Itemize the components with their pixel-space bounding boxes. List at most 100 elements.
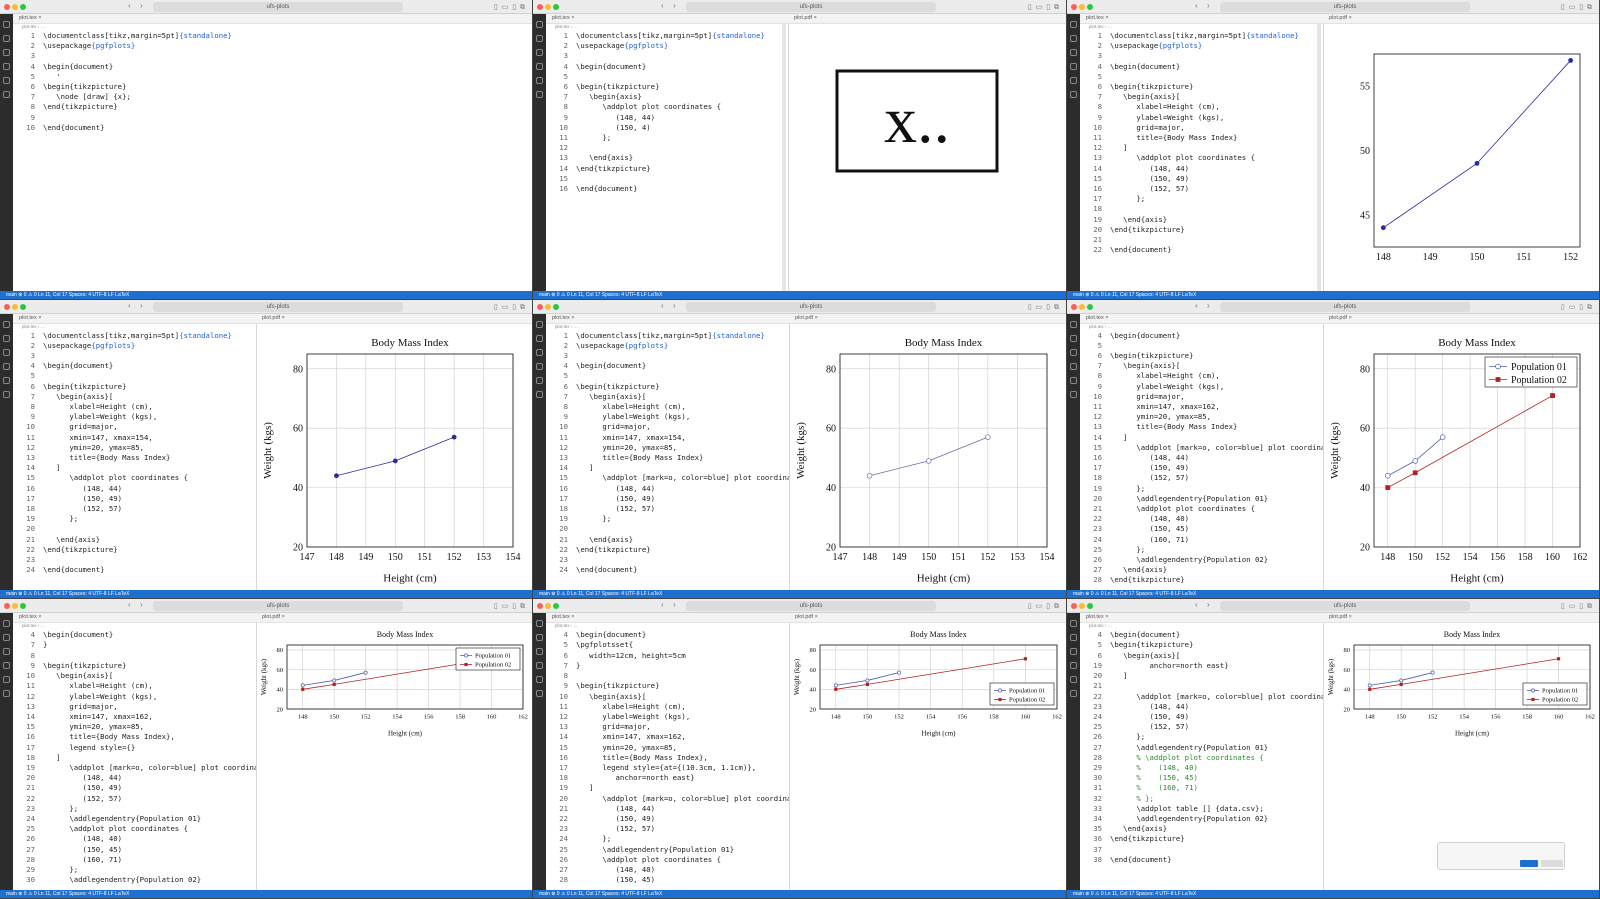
window-close-button[interactable] — [537, 4, 543, 10]
tab-plot-pdf[interactable]: plot.pdf × — [262, 315, 285, 321]
back-arrow-icon[interactable]: ‹ — [128, 1, 131, 10]
window-minimize-button[interactable] — [12, 603, 18, 610]
code-editor[interactable]: 4 \begin{document} 5 \pgfplotsset{6 width=1… — [546, 630, 791, 890]
back-arrow-icon[interactable]: ‹ — [661, 1, 664, 10]
window-minimize-button[interactable] — [12, 303, 18, 310]
extensions-icon[interactable] — [536, 77, 543, 84]
tab-plot-pdf[interactable]: plot.pdf × — [1329, 15, 1352, 21]
tab-plot-tex[interactable]: plot.tex × — [1086, 614, 1108, 620]
tab-plot-pdf[interactable]: plot.pdf × — [795, 614, 818, 620]
code-editor[interactable]: 1 \documentclass[tikz,margin=5pt]{standal… — [13, 31, 518, 291]
tab-plot-tex[interactable]: plot.tex × — [552, 15, 574, 21]
forward-arrow-icon[interactable]: › — [140, 600, 143, 609]
tex-icon[interactable] — [536, 91, 543, 98]
window-minimize-button[interactable] — [1079, 603, 1085, 610]
git-icon[interactable] — [1070, 348, 1077, 356]
tab-plot-tex[interactable]: plot.tex × — [552, 315, 574, 321]
tab-plot-pdf[interactable]: plot.pdf × — [795, 315, 818, 321]
layout-toggle-icons[interactable]: ▯ ▭ ▯ ⧉ — [1028, 3, 1060, 12]
debug-icon[interactable] — [536, 662, 543, 670]
window-minimize-button[interactable] — [12, 4, 18, 10]
search-bar[interactable]: ufs-plots — [1220, 2, 1470, 12]
layout-toggle-icons[interactable]: ▯ ▭ ▯ ⧉ — [1561, 3, 1593, 12]
extensions-icon[interactable] — [536, 376, 543, 384]
debug-icon[interactable] — [1070, 362, 1077, 370]
tab-plot-pdf[interactable]: plot.pdf × — [794, 15, 817, 21]
layout-toggle-icons[interactable]: ▯ ▭ ▯ ⧉ — [1028, 602, 1060, 611]
search-bar[interactable]: ufs-plots — [686, 301, 936, 312]
code-editor[interactable]: 4 \begin{document} 7} 8 9 \begin{tikzpicture}… — [13, 630, 258, 890]
window-close-button[interactable] — [4, 4, 10, 10]
tex-icon[interactable] — [536, 690, 543, 698]
tab-plot-tex[interactable]: plot.tex × — [19, 315, 41, 321]
extensions-icon[interactable] — [3, 676, 10, 684]
git-icon[interactable] — [3, 49, 10, 56]
git-icon[interactable] — [536, 648, 543, 656]
back-arrow-icon[interactable]: ‹ — [128, 600, 131, 609]
window-minimize-button[interactable] — [1079, 303, 1085, 310]
search-icon[interactable] — [3, 334, 10, 342]
back-arrow-icon[interactable]: ‹ — [128, 301, 131, 310]
search-bar[interactable]: ufs-plots — [1220, 301, 1470, 312]
files-icon[interactable] — [536, 21, 543, 28]
tab-plot-tex[interactable]: plot.tex × — [19, 614, 41, 620]
code-editor[interactable]: 1 \documentclass[tikz,margin=5pt]{standal… — [1080, 31, 1325, 291]
layout-toggle-icons[interactable]: ▯ ▭ ▯ ⧉ — [1028, 303, 1060, 312]
window-zoom-button[interactable] — [553, 4, 559, 10]
git-icon[interactable] — [3, 348, 10, 356]
window-zoom-button[interactable] — [553, 303, 559, 310]
layout-toggle-icons[interactable]: ▯ ▭ ▯ ⧉ — [1561, 602, 1593, 611]
extensions-icon[interactable] — [536, 676, 543, 684]
notification-secondary-button[interactable] — [1541, 860, 1563, 867]
extensions-icon[interactable] — [1070, 676, 1077, 684]
search-icon[interactable] — [1070, 634, 1077, 642]
search-bar[interactable]: ufs-plots — [1220, 601, 1470, 612]
forward-arrow-icon[interactable]: › — [1207, 600, 1210, 609]
window-zoom-button[interactable] — [20, 4, 26, 10]
forward-arrow-icon[interactable]: › — [140, 301, 143, 310]
search-bar[interactable]: ufs-plots — [686, 601, 936, 612]
window-close-button[interactable] — [4, 603, 10, 610]
layout-toggle-icons[interactable]: ▯ ▭ ▯ ⧉ — [494, 3, 526, 12]
search-bar[interactable]: ufs-plots — [153, 2, 403, 12]
window-zoom-button[interactable] — [20, 303, 26, 310]
search-icon[interactable] — [536, 634, 543, 642]
search-bar[interactable]: ufs-plots — [153, 601, 403, 612]
files-icon[interactable] — [1070, 620, 1077, 628]
search-icon[interactable] — [1070, 35, 1077, 42]
window-minimize-button[interactable] — [1079, 4, 1085, 10]
editor-scrollbar[interactable] — [782, 24, 786, 291]
extensions-icon[interactable] — [1070, 77, 1077, 84]
files-icon[interactable] — [3, 21, 10, 28]
window-zoom-button[interactable] — [553, 603, 559, 610]
search-icon[interactable] — [1070, 334, 1077, 342]
tex-icon[interactable] — [536, 390, 543, 398]
window-zoom-button[interactable] — [1087, 4, 1093, 10]
debug-icon[interactable] — [536, 362, 543, 370]
files-icon[interactable] — [3, 620, 10, 628]
layout-toggle-icons[interactable]: ▯ ▭ ▯ ⧉ — [1561, 303, 1593, 312]
layout-toggle-icons[interactable]: ▯ ▭ ▯ ⧉ — [494, 602, 526, 611]
layout-toggle-icons[interactable]: ▯ ▭ ▯ ⧉ — [494, 303, 526, 312]
files-icon[interactable] — [536, 320, 543, 328]
forward-arrow-icon[interactable]: › — [673, 600, 676, 609]
window-zoom-button[interactable] — [1087, 303, 1093, 310]
git-icon[interactable] — [3, 648, 10, 656]
tex-icon[interactable] — [3, 91, 10, 98]
git-icon[interactable] — [1070, 648, 1077, 656]
git-icon[interactable] — [536, 348, 543, 356]
tex-icon[interactable] — [3, 690, 10, 698]
window-close-button[interactable] — [1071, 603, 1077, 610]
debug-icon[interactable] — [1070, 63, 1077, 70]
debug-icon[interactable] — [1070, 662, 1077, 670]
window-zoom-button[interactable] — [1087, 603, 1093, 610]
debug-icon[interactable] — [3, 662, 10, 670]
git-icon[interactable] — [536, 49, 543, 56]
forward-arrow-icon[interactable]: › — [673, 1, 676, 10]
window-close-button[interactable] — [537, 303, 543, 310]
back-arrow-icon[interactable]: ‹ — [661, 600, 664, 609]
files-icon[interactable] — [3, 320, 10, 328]
files-icon[interactable] — [1070, 21, 1077, 28]
search-icon[interactable] — [3, 35, 10, 42]
search-bar[interactable]: ufs-plots — [686, 2, 936, 12]
